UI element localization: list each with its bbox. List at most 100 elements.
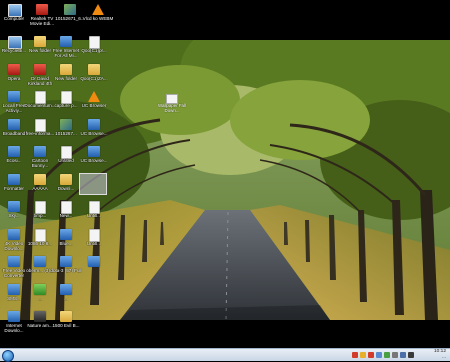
opera-icon <box>8 63 20 75</box>
desktop: Computer Realtek TV Movie Edi... 10152671_… <box>0 0 450 348</box>
desktop-icon[interactable]: Untitled <box>52 144 80 170</box>
desktop-icon[interactable]: Free Internet For All Mi... <box>52 34 80 60</box>
folder-icon <box>60 173 72 185</box>
desktop-icon[interactable]: Blue... <box>52 227 80 253</box>
desktop-icon[interactable]: oberm... (3)... <box>26 254 54 280</box>
vlc-icon <box>88 91 100 102</box>
desktop-icon[interactable]: Internet Downlo... <box>0 309 28 335</box>
clock-time: 10:12 <box>433 349 446 354</box>
desktop-icon[interactable]: Qoo(C1)pr... <box>80 34 108 60</box>
vlc-icon <box>92 4 104 15</box>
desktop-icon[interactable]: UC Browse... <box>80 117 108 143</box>
desktop-icon[interactable] <box>80 254 108 280</box>
desktop-icon[interactable]: Sky... <box>0 199 28 225</box>
desktop-icon-label: dota-3 (57) Full <box>50 268 82 273</box>
selected-icon-highlight[interactable] <box>79 173 107 195</box>
desktop-icon-label: UC Browser <box>81 103 107 108</box>
tray-icon[interactable] <box>392 352 398 358</box>
image-file-icon <box>64 4 76 15</box>
folder-icon <box>60 63 72 75</box>
app-icon <box>8 256 20 267</box>
desktop-icon-label: UC Browse... <box>80 130 108 136</box>
app-icon <box>8 173 20 185</box>
tray-icon[interactable] <box>384 352 390 358</box>
desktop-icon[interactable]: 1500 Evil B... <box>52 309 80 335</box>
tray-icon[interactable] <box>352 352 358 358</box>
red-app-icon <box>36 4 48 15</box>
app-icon <box>60 283 72 295</box>
desktop-icon[interactable]: RecycleBi... <box>0 34 28 60</box>
wallpaper-file-icon[interactable]: Wallpaper Fall Down... <box>158 94 186 114</box>
desktop-icon-label: 1500 Evil B... <box>52 323 80 328</box>
desktop-icon[interactable]: SMS... <box>0 282 28 308</box>
green-app-icon <box>34 283 46 295</box>
app-icon <box>60 36 72 47</box>
desktop-icon[interactable]: 10152671_6... <box>55 2 85 28</box>
desktop-icon[interactable]: Nature am... <box>26 309 54 335</box>
desktop-icon[interactable]: 1086 10 6... <box>26 227 54 253</box>
app-icon <box>60 228 72 240</box>
desktop-icon[interactable]: AAAAA <box>26 172 54 198</box>
app-icon <box>8 146 20 157</box>
folder-icon <box>88 63 100 75</box>
clock[interactable]: 10:12 ... <box>434 349 446 360</box>
desktop-icon[interactable]: ... <box>26 282 54 308</box>
app-icon <box>8 201 20 212</box>
desktop-icon-label: Qoo(C1)pr... <box>81 48 107 53</box>
desktop-icon[interactable]: Qoo(C1)ZA... <box>80 62 108 88</box>
desktop-icon[interactable]: Vlcd ko WEBM <box>83 2 113 28</box>
desktop-icon[interactable]: UC Browse... <box>80 144 108 170</box>
desktop-icon[interactable]: Documentum... <box>24 89 56 115</box>
desktop-icon[interactable]: dota-3 (57) Full <box>50 254 82 280</box>
desktop-icon[interactable]: ... <box>52 282 80 308</box>
desktop-icon[interactable]: Untitl... <box>80 227 108 253</box>
desktop-icon-label: Downl... <box>57 185 75 191</box>
desktop-icon[interactable]: 4K Video Downlo... <box>0 227 28 253</box>
desktop-icon[interactable]: New... <box>52 199 80 225</box>
desktop-icon[interactable]: Realtek TV Movie Edi... <box>28 2 56 28</box>
desktop-icon[interactable]: Computer <box>0 2 28 28</box>
desktop-icon[interactable]: Downl... <box>52 172 80 198</box>
desktop-icon-label: Untitl... <box>86 213 102 218</box>
tray-icon[interactable] <box>376 352 382 358</box>
network-icon <box>8 118 20 130</box>
app-icon <box>88 118 100 130</box>
volume-icon[interactable] <box>400 352 406 358</box>
desktop-icon[interactable]: Locall Free Activiy... <box>0 89 28 115</box>
desktop-icon[interactable]: Cartoon Bunny... <box>26 144 54 170</box>
desktop-icon[interactable]: bmp... <box>26 199 54 225</box>
desktop-icon-label: UC Browse... <box>80 158 108 163</box>
app-icon <box>34 256 46 267</box>
desktop-icon[interactable]: Untitl... <box>80 199 108 225</box>
red-app-icon <box>34 63 46 75</box>
folder-icon <box>34 36 46 47</box>
tray-icon[interactable] <box>368 352 374 358</box>
app-icon <box>8 283 20 295</box>
network-icon[interactable] <box>408 352 414 358</box>
clock-date: ... <box>442 354 446 360</box>
app-icon <box>8 228 20 240</box>
desktop-icon[interactable]: New folder <box>52 62 80 88</box>
app-icon <box>60 256 72 267</box>
desktop-icon-label: Qoo(C1)ZA... <box>80 75 108 81</box>
desktop-icon[interactable]: capture p... <box>52 89 80 115</box>
start-button[interactable] <box>2 350 14 362</box>
app-icon <box>8 91 20 102</box>
folder-icon <box>60 311 72 322</box>
desktop-icon-label: Wallpaper Fall Down... <box>158 103 186 113</box>
dark-app-icon <box>34 311 46 322</box>
tray-icon[interactable] <box>360 352 366 358</box>
desktop-icon[interactable]: 1015267... <box>52 117 80 143</box>
desktop-icon[interactable]: UC Browser <box>80 89 108 115</box>
desktop-icon[interactable]: Broadband <box>0 117 28 143</box>
desktop-icon-label: Untitl... <box>86 240 102 246</box>
desktop-icon[interactable]: Formatter <box>0 172 28 198</box>
app-icon <box>88 256 100 267</box>
folder-icon <box>34 173 46 185</box>
desktop-icon-label: ... <box>64 295 68 301</box>
desktop-icon[interactable]: Free Video Converter <box>0 254 28 280</box>
desktop-icon[interactable]: free-informa... <box>26 117 54 143</box>
desktop-icon[interactable]: Dr David Kirkland 4th <box>26 62 54 88</box>
app-icon <box>8 311 20 322</box>
image-file-icon <box>60 118 72 130</box>
